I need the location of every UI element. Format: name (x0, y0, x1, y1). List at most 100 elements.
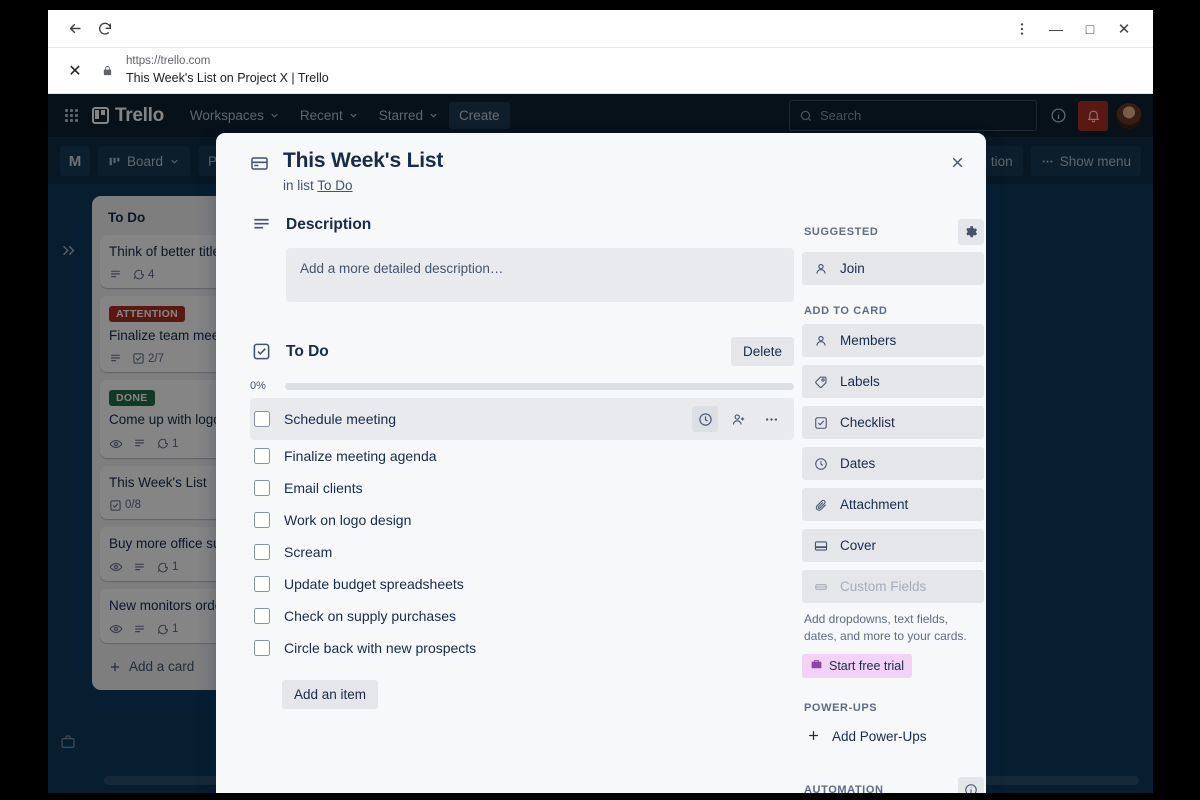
add-power-ups-label: Add Power-Ups (832, 729, 927, 745)
back-arrow-icon[interactable] (60, 14, 90, 44)
attachment-label: Attachment (840, 497, 909, 512)
checklist-item-checkbox[interactable] (254, 480, 270, 496)
modal-sidebar: SUGGESTED Join ADD TO CARD Members Label… (802, 215, 984, 793)
suggested-section-label: SUGGESTED (804, 219, 984, 245)
join-label: Join (840, 261, 865, 276)
address-bar[interactable]: ✕ https://trello.com This Week's List on… (48, 48, 1153, 94)
kebab-menu-icon[interactable] (1005, 14, 1039, 44)
maximize-button[interactable]: □ (1073, 14, 1107, 44)
modal-body: Description Add a more detailed descript… (216, 197, 986, 793)
checklist-check-icon (813, 416, 829, 430)
card-detail-modal: This Week's List in list To Do Descripti… (216, 133, 986, 793)
clock-icon (813, 457, 829, 471)
page-title: This Week's List on Project X | Trello (126, 70, 329, 85)
checklist-item[interactable]: Circle back with new prospects (250, 632, 794, 664)
checklist-item[interactable]: Finalize meeting agenda (250, 440, 794, 472)
in-list-line: in list To Do (283, 178, 443, 193)
modal-main-column: Description Add a more detailed descript… (238, 215, 794, 793)
checklist-items: Schedule meeting Finalize meeting agenda… (250, 398, 794, 664)
trello-app: Trello Workspaces Recent Starred Create … (48, 94, 1153, 793)
add-item-wrap: Add an item (282, 680, 794, 709)
person-icon (813, 334, 829, 348)
description-input[interactable]: Add a more detailed description… (286, 248, 794, 302)
checklist-section: To Do Delete 0% Schedule meeting Finaliz… (250, 337, 794, 709)
info-circle-icon[interactable] (958, 776, 984, 793)
minimize-button[interactable]: — (1039, 14, 1073, 44)
add-dates-button[interactable]: Dates (802, 447, 984, 480)
clock-due-date-icon[interactable] (692, 406, 718, 432)
close-icon[interactable] (942, 147, 972, 177)
description-placeholder: Add a more detailed description… (300, 261, 504, 276)
url-host: https://trello.com (126, 55, 211, 68)
checklist-item-checkbox[interactable] (254, 608, 270, 624)
checklist-progress-percent: 0% (250, 380, 266, 392)
checklist-item-checkbox[interactable] (254, 640, 270, 656)
checklist-item-label: Schedule meeting (284, 411, 397, 427)
lock-icon (94, 58, 120, 84)
members-label: Members (840, 333, 897, 348)
add-checklist-button[interactable]: Checklist (802, 406, 984, 439)
checklist-item-label: Email clients (284, 480, 363, 496)
checklist-item[interactable]: Update budget spreadsheets (250, 568, 794, 600)
close-window-button[interactable]: ✕ (1107, 14, 1141, 44)
briefcase-premium-icon (810, 658, 823, 674)
label-tag-icon (813, 375, 829, 389)
checklist-item-checkbox[interactable] (254, 544, 270, 560)
add-attachment-button[interactable]: Attachment (802, 488, 984, 521)
assign-member-icon[interactable] (725, 406, 751, 432)
start-free-trial-button[interactable]: Start free trial (802, 653, 913, 678)
add-power-ups-button[interactable]: Add Power-Ups (802, 721, 984, 753)
checklist-progress: 0% (250, 380, 794, 392)
add-members-button[interactable]: Members (802, 324, 984, 357)
custom-fields-note: Add dropdowns, text fields, dates, and m… (804, 612, 967, 644)
checklist-item-checkbox[interactable] (254, 448, 270, 464)
cover-icon (813, 539, 829, 553)
checklist-item-label: Circle back with new prospects (284, 640, 477, 656)
join-button[interactable]: Join (802, 252, 984, 285)
checklist-item-checkbox[interactable] (254, 411, 270, 427)
checklist-item[interactable]: Schedule meeting (250, 398, 794, 440)
checklist-item-checkbox[interactable] (254, 576, 270, 592)
labels-label: Labels (840, 374, 880, 389)
paperclip-icon (813, 498, 829, 512)
page-title: This Week's List (283, 149, 444, 172)
in-list-prefix: in list (283, 178, 314, 193)
cover-label: Cover (840, 538, 877, 553)
more-options-icon[interactable] (758, 406, 784, 432)
custom-fields-label: Custom Fields (840, 579, 927, 594)
checklist-item[interactable]: Scream (250, 536, 794, 568)
in-list-link[interactable]: To Do (317, 178, 352, 193)
checklist-label: Checklist (840, 415, 895, 430)
checklist-item[interactable]: Work on logo design (250, 504, 794, 536)
checklist-item-label: Scream (284, 544, 333, 560)
power-ups-section-label: POWER-UPS (804, 701, 878, 714)
gear-icon[interactable] (958, 219, 984, 245)
add-to-card-section-label: ADD TO CARD (804, 305, 888, 317)
plus-icon (806, 728, 821, 746)
browser-toolbar: — □ ✕ (48, 10, 1153, 48)
add-cover-button[interactable]: Cover (802, 529, 984, 562)
reload-icon[interactable] (90, 14, 120, 44)
checklist-progress-bar (285, 382, 794, 390)
add-labels-button[interactable]: Labels (802, 365, 984, 398)
checklist-title[interactable]: To Do (286, 343, 329, 361)
description-heading: Description (286, 215, 372, 233)
person-icon (813, 262, 829, 276)
checklist-item[interactable]: Email clients (250, 472, 794, 504)
checklist-item[interactable]: Check on supply purchases (250, 600, 794, 632)
automation-section-label: AUTOMATION (804, 776, 984, 793)
suggested-label-text: SUGGESTED (804, 226, 879, 238)
tab-close-icon[interactable]: ✕ (60, 56, 90, 86)
checklist-item-label: Finalize meeting agenda (284, 448, 437, 464)
custom-fields-button[interactable]: Custom Fields (802, 570, 984, 603)
start-free-trial-label: Start free trial (829, 658, 905, 673)
checklist-item-label: Check on supply purchases (284, 608, 456, 624)
checklist-item-checkbox[interactable] (254, 512, 270, 528)
delete-checklist-button[interactable]: Delete (730, 337, 794, 366)
card-header: This Week's List in list To Do (216, 133, 986, 197)
add-an-item-button[interactable]: Add an item (282, 680, 379, 709)
checklist-item-actions (692, 406, 784, 432)
checklist-item-label: Update budget spreadsheets (284, 576, 464, 592)
dates-label: Dates (840, 456, 876, 471)
card-window-icon (250, 154, 269, 193)
